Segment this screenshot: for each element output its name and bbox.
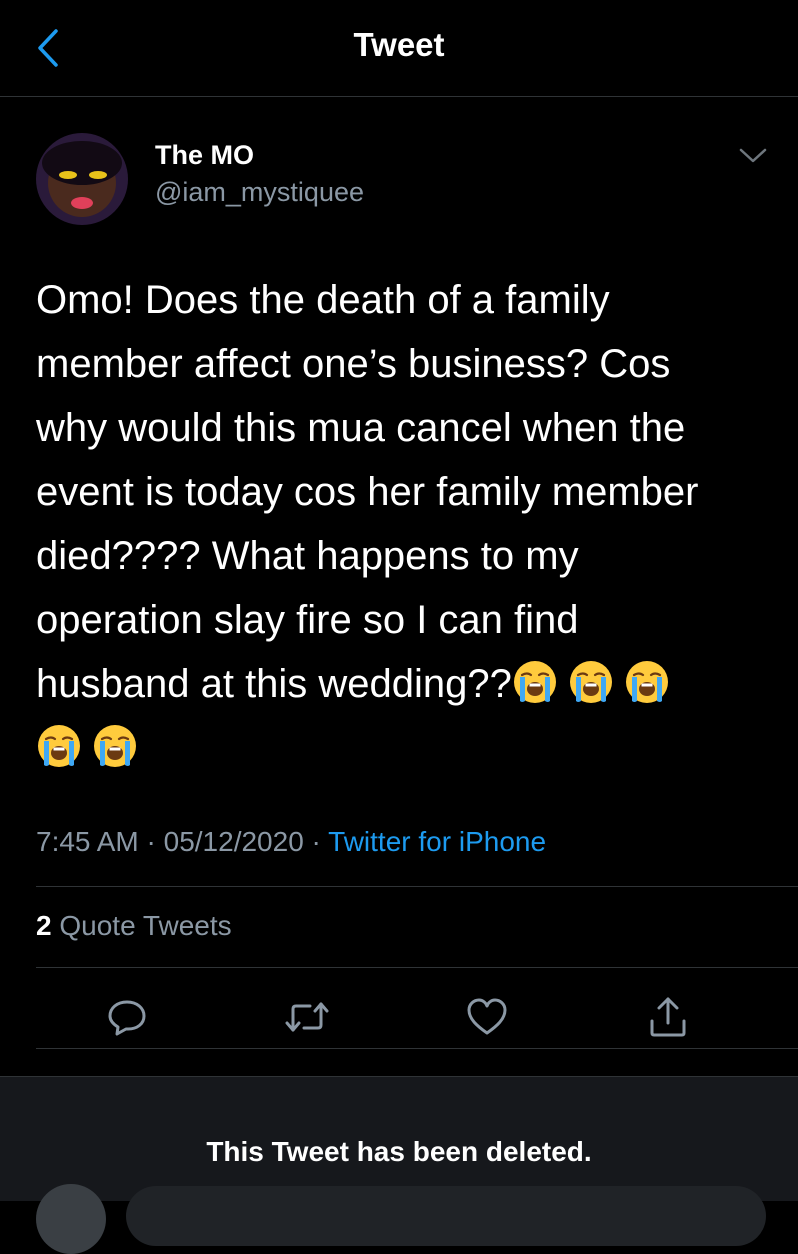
loudly-crying-face-icon (92, 723, 138, 769)
avatar[interactable] (36, 133, 128, 225)
deleted-notice: This Tweet has been deleted. (206, 1136, 592, 1167)
chevron-down-icon (739, 148, 767, 163)
top-bar: Tweet (0, 0, 798, 97)
quote-tweets-link[interactable]: 2 Quote Tweets (36, 910, 232, 942)
tweet-text-line: member affect one’s business? Cos (36, 342, 671, 386)
divider (36, 886, 798, 887)
like-icon (467, 998, 507, 1035)
meta-separator: · (311, 826, 321, 857)
loudly-crying-face-icon (624, 659, 670, 705)
more-options-button[interactable] (738, 145, 768, 165)
meta-separator: · (146, 826, 156, 857)
loudly-crying-face-icon (512, 659, 558, 705)
tweet-text-line: Omo! Does the death of a family (36, 278, 610, 322)
divider (36, 967, 798, 968)
reply-button[interactable] (102, 992, 152, 1042)
like-button[interactable] (462, 992, 512, 1042)
author-handle[interactable]: @iam_mystiquee (155, 177, 364, 208)
loudly-crying-face-icon (36, 723, 82, 769)
quote-label: Quote Tweets (59, 910, 232, 941)
share-icon (650, 997, 686, 1037)
reply-avatar (36, 1184, 106, 1254)
tweet-text-line (36, 716, 766, 780)
tweet-text-line: husband at this wedding?? (36, 652, 766, 716)
page-title: Tweet (353, 26, 445, 63)
retweet-button[interactable] (282, 992, 332, 1042)
tweet-text-line: operation slay fire so I can find (36, 598, 579, 642)
share-button[interactable] (643, 992, 693, 1042)
tweet-text-line-text: husband at this wedding?? (36, 662, 512, 706)
tweet-text-line: why would this mua cancel when the (36, 406, 686, 450)
tweet-source-link[interactable]: Twitter for iPhone (328, 826, 546, 857)
tweet-meta: 7:45 AM · 05/12/2020 · Twitter for iPhon… (36, 826, 546, 858)
reply-icon (108, 1000, 146, 1036)
reply-input[interactable] (126, 1186, 766, 1246)
retweet-icon (285, 1002, 329, 1032)
tweet-time: 7:45 AM (36, 826, 139, 857)
tweet-date: 05/12/2020 (163, 826, 304, 857)
loudly-crying-face-icon (568, 659, 614, 705)
tweet-text-line: event is today cos her family member (36, 470, 699, 514)
divider (36, 1048, 798, 1049)
quote-count: 2 (36, 910, 52, 941)
author-name[interactable]: The MO (155, 140, 254, 171)
tweet-text: Omo! Does the death of a family member a… (36, 268, 766, 780)
tweet-text-line: died???? What happens to my (36, 534, 579, 578)
